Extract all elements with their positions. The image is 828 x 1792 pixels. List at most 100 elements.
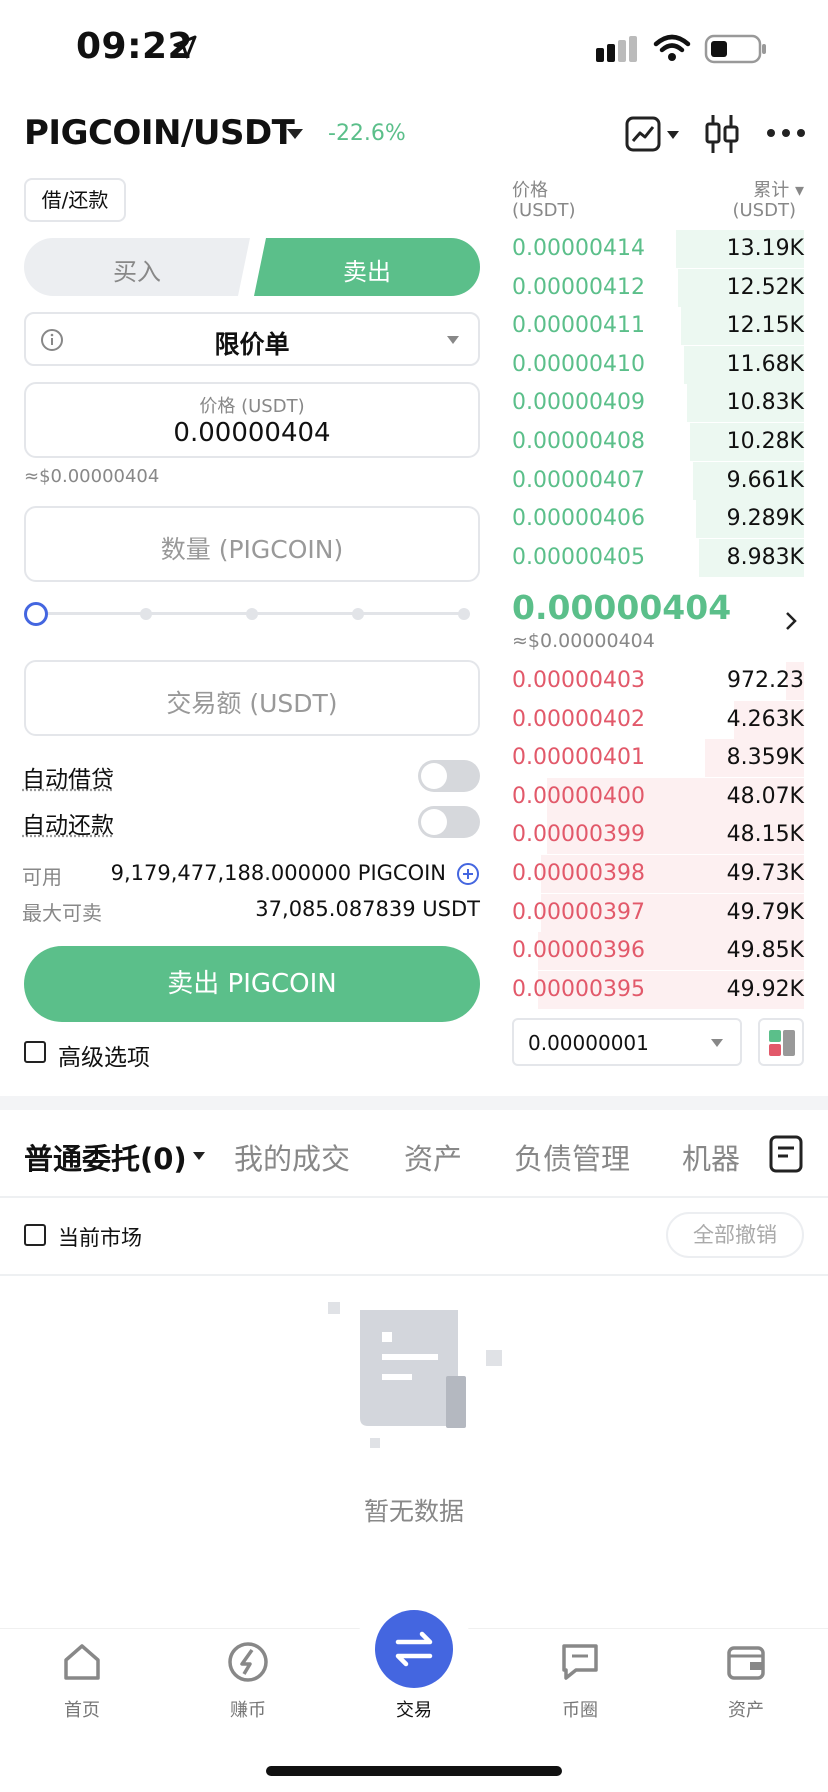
layout-icon (769, 1030, 795, 1056)
bid-cumulative: 4.263K (726, 706, 804, 732)
ask-cumulative: 12.52K (726, 274, 804, 300)
home-indicator (266, 1766, 562, 1776)
ask-row[interactable]: 0.00000409 10.83K (512, 384, 804, 423)
ob-cum-header[interactable]: 累计 ▾ (753, 176, 804, 202)
chart-dropdown-caret-icon[interactable] (666, 129, 680, 141)
bid-row[interactable]: 0.00000399 48.15K (512, 816, 804, 855)
precision-value: 0.00000001 (528, 1031, 649, 1055)
bid-price: 0.00000400 (512, 783, 645, 809)
candlestick-icon[interactable] (704, 113, 740, 155)
bid-row[interactable]: 0.00000397 49.79K (512, 893, 804, 932)
bid-row[interactable]: 0.00000402 4.263K (512, 700, 804, 739)
bid-price: 0.00000398 (512, 861, 645, 886)
nav-trade[interactable]: 交易 (354, 1610, 474, 1722)
bid-row[interactable]: 0.00000401 8.359K (512, 739, 804, 778)
advanced-options-checkbox[interactable] (24, 1041, 46, 1063)
more-icon[interactable] (766, 127, 806, 139)
order-type-select[interactable]: 限价单 (24, 312, 480, 366)
filter-divider (0, 1274, 828, 1276)
ask-cumulative: 12.15K (726, 313, 804, 339)
bid-row[interactable]: 0.00000403 972.23 (512, 662, 804, 700)
nav-feed[interactable]: 币圈 (520, 1640, 640, 1722)
amount-field[interactable]: 数量 (PIGCOIN) (24, 506, 480, 582)
bid-row[interactable]: 0.00000400 48.07K (512, 777, 804, 816)
tab-assets[interactable]: 资产 (404, 1136, 462, 1178)
sell-submit-button[interactable]: 卖出 PIGCOIN (24, 946, 480, 1022)
slider-stop-50[interactable] (246, 608, 258, 620)
bid-cumulative: 49.85K (726, 938, 804, 964)
amount-slider[interactable] (24, 600, 474, 628)
battery-icon (704, 34, 766, 64)
ask-row[interactable]: 0.00000406 9.289K (512, 500, 804, 539)
order-history-icon[interactable] (768, 1134, 804, 1174)
slider-stop-25[interactable] (140, 608, 152, 620)
chevron-right-icon[interactable] (784, 610, 798, 632)
chart-icon[interactable] (624, 115, 664, 155)
available-value: 9,179,477,188.000000 PIGCOIN (110, 861, 446, 885)
slider-stop-100[interactable] (458, 608, 470, 620)
nav-assets-label: 资产 (728, 1700, 764, 1721)
advanced-options-label: 高级选项 (58, 1045, 150, 1071)
nav-home[interactable]: 首页 (22, 1640, 142, 1722)
caret-down-icon[interactable] (192, 1150, 206, 1162)
section-divider (0, 1096, 828, 1110)
ask-cumulative: 13.19K (726, 236, 804, 261)
bid-price: 0.00000402 (512, 706, 645, 732)
price-field[interactable]: 价格 (USDT) 0.00000404 (24, 382, 480, 458)
auto-borrow-toggle[interactable] (418, 760, 480, 792)
bid-row[interactable]: 0.00000395 49.92K (512, 970, 804, 1009)
caret-down-icon[interactable] (286, 127, 304, 141)
home-icon (64, 1644, 100, 1680)
bid-price: 0.00000403 (512, 668, 645, 693)
bid-row[interactable]: 0.00000396 49.85K (512, 932, 804, 971)
total-field[interactable]: 交易额 (USDT) (24, 660, 480, 736)
bid-price: 0.00000395 (512, 976, 645, 1002)
ask-price: 0.00000407 (512, 467, 645, 493)
price-approx: ≈$0.00000404 (24, 466, 160, 487)
ask-row[interactable]: 0.00000407 9.661K (512, 461, 804, 500)
orderbook-layout-button[interactable] (758, 1018, 804, 1066)
ask-row[interactable]: 0.00000405 8.983K (512, 538, 804, 577)
tab-debt[interactable]: 负债管理 (514, 1136, 630, 1178)
order-type-label: 限价单 (214, 330, 290, 359)
ask-price: 0.00000410 (512, 351, 645, 377)
auto-repay-toggle[interactable] (418, 806, 480, 838)
orders-tab-bar: 普通委托(0) 我的成交 资产 负债管理 机器 (0, 1136, 828, 1178)
nav-assets[interactable]: 资产 (686, 1640, 806, 1722)
bid-price: 0.00000396 (512, 938, 645, 964)
buy-tab[interactable]: 买入 (24, 252, 250, 287)
chevron-down-icon (711, 1039, 723, 1047)
ask-row[interactable]: 0.00000412 12.52K (512, 268, 804, 307)
trade-button[interactable] (375, 1610, 453, 1688)
nav-feed-label: 币圈 (562, 1700, 598, 1721)
bid-price: 0.00000401 (512, 745, 645, 771)
ask-price: 0.00000411 (512, 313, 645, 339)
bid-cumulative: 48.15K (726, 822, 804, 848)
bid-cumulative: 48.07K (726, 783, 804, 809)
tab-open-orders[interactable]: 普通委托(0) (24, 1136, 187, 1178)
ask-row[interactable]: 0.00000408 10.28K (512, 423, 804, 461)
ask-row[interactable]: 0.00000414 13.19K (512, 230, 804, 268)
slider-stop-75[interactable] (352, 608, 364, 620)
tab-my-trades[interactable]: 我的成交 (234, 1136, 350, 1178)
cancel-all-button[interactable]: 全部撤销 (666, 1212, 804, 1258)
tabs-divider (0, 1196, 828, 1198)
ask-row[interactable]: 0.00000411 12.15K (512, 307, 804, 346)
ask-price: 0.00000408 (512, 429, 645, 454)
pair-title[interactable]: PIGCOIN/USDT (24, 113, 295, 153)
current-market-checkbox[interactable] (24, 1224, 46, 1246)
ask-price: 0.00000412 (512, 274, 645, 300)
bid-row[interactable]: 0.00000398 49.73K (512, 855, 804, 893)
precision-select[interactable]: 0.00000001 (512, 1018, 742, 1066)
ask-row[interactable]: 0.00000410 11.68K (512, 345, 804, 384)
sell-tab[interactable]: 卖出 (254, 252, 480, 287)
ask-cumulative: 9.289K (726, 506, 804, 532)
price-input[interactable]: 0.00000404 (26, 418, 478, 448)
empty-state-text: 暂无数据 (363, 1497, 464, 1526)
tab-bot[interactable]: 机器 (682, 1136, 744, 1178)
chat-icon (562, 1644, 598, 1680)
nav-earn[interactable]: 赚币 (188, 1640, 308, 1722)
add-circle-icon[interactable] (456, 862, 480, 886)
slider-handle[interactable] (24, 602, 48, 626)
borrow-repay-button[interactable]: 借/还款 (24, 178, 126, 222)
